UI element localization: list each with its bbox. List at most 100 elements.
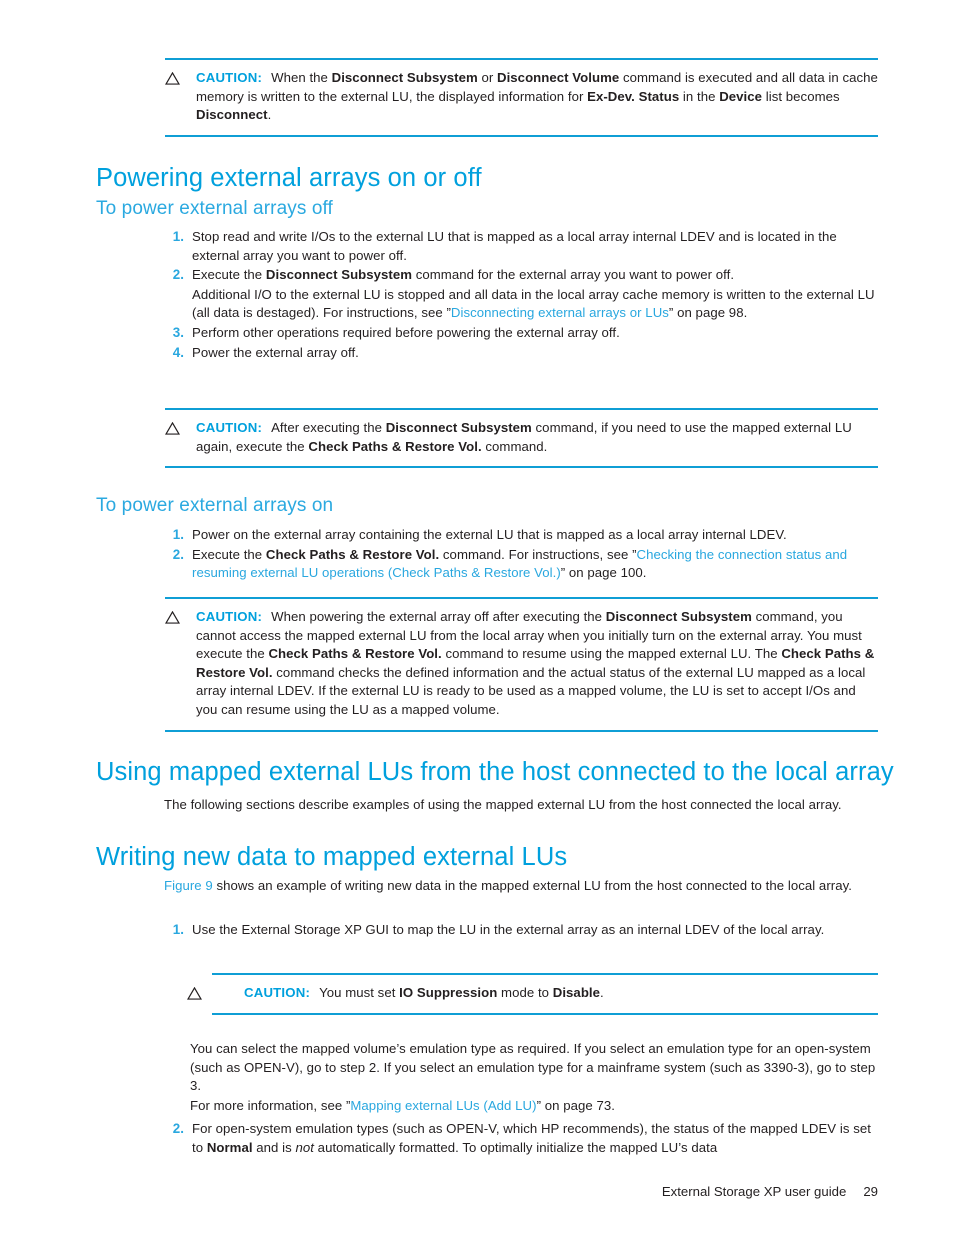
cross-reference-link[interactable]: Disconnecting external arrays or LUs xyxy=(451,305,669,320)
step-number: 2. xyxy=(172,267,184,283)
caution-3-body: CAUTION: When powering the external array… xyxy=(165,608,878,720)
step-2-t2: and is xyxy=(252,1139,296,1155)
step-text: Use the External Storage XP GUI to map t… xyxy=(192,922,825,937)
caution-label: CAUTION: xyxy=(244,985,311,1000)
steps-power-off: 1. Stop read and write I/Os to the exter… xyxy=(164,228,878,362)
caution-label: CAUTION: xyxy=(196,609,263,624)
step-text-lead-2: command for the external array you want … xyxy=(412,267,735,283)
list-item: 1. Use the External Storage XP GUI to ma… xyxy=(164,921,878,940)
more-info-tail: ” on page 73. xyxy=(536,1098,615,1113)
caution-3-b2: Check Paths & Restore Vol. xyxy=(268,646,442,662)
step-text-lead-3: ” on page 100. xyxy=(560,565,647,581)
caution-2-b1: Disconnect Subsystem xyxy=(385,420,532,435)
caution-1-b2: Disconnect Volume xyxy=(497,70,620,85)
caution-2-t3: command. xyxy=(481,438,548,454)
caution-triangle-icon xyxy=(165,611,180,624)
steps-writing-1: 1. Use the External Storage XP GUI to ma… xyxy=(164,921,878,940)
rule-top xyxy=(165,408,878,410)
step-continuation: Additional I/O to the external LU is sto… xyxy=(192,286,878,323)
caution-4-t1: You must set xyxy=(319,985,400,1000)
section-title-powering: Powering external arrays on or off xyxy=(96,164,482,192)
list-item: 2. For open-system emulation types (such… xyxy=(164,1120,878,1157)
section-writing-intro-text: shows an example of writing new data in … xyxy=(212,878,852,893)
caution-box-2: CAUTION: After executing the Disconnect S… xyxy=(165,408,878,469)
step-text: Stop read and write I/Os to the external… xyxy=(192,229,837,263)
step-2-b1: Normal xyxy=(206,1139,253,1155)
step-text-lead-2: command. For instructions, see ” xyxy=(439,546,637,562)
step-text-lead-1: Execute the xyxy=(192,267,266,283)
caution-1-b4: Device xyxy=(719,88,763,104)
caution-4-t3: . xyxy=(600,985,604,1000)
section-title-writing: Writing new data to mapped external LUs xyxy=(96,843,568,871)
footer-document-title: External Storage XP user guide xyxy=(661,1184,847,1199)
caution-4-body: CAUTION: You must set IO Suppression mode… xyxy=(187,984,878,1003)
caution-1-t5: list becomes xyxy=(762,88,840,104)
caution-4-b1: IO Suppression xyxy=(399,985,498,1000)
steps-writing-2: 2. For open-system emulation types (such… xyxy=(164,1120,878,1157)
step-number: 1. xyxy=(172,922,184,937)
step-number: 4. xyxy=(172,344,184,360)
caution-4-b2: Disable xyxy=(552,985,601,1000)
caution-box-4: CAUTION: You must set IO Suppression mode… xyxy=(187,973,878,1015)
caution-label: CAUTION: xyxy=(196,70,263,85)
section-writing-intro: Figure 9 shows an example of writing new… xyxy=(164,877,878,896)
cross-reference-link[interactable]: Mapping external LUs (Add LU) xyxy=(350,1098,536,1113)
step-number: 1. xyxy=(172,527,184,542)
caution-3-t1: When powering the external array off aft… xyxy=(271,609,606,624)
caution-1-t6: . xyxy=(267,107,272,123)
rule-bottom xyxy=(165,466,878,469)
caution-1-b5: Disconnect xyxy=(196,107,268,123)
caution-box-3: CAUTION: When powering the external array… xyxy=(165,597,878,732)
rule-bottom xyxy=(165,134,878,137)
document-page: CAUTION: When the Disconnect Subsystem or… xyxy=(0,0,954,1235)
caution-triangle-icon xyxy=(187,987,202,1000)
rule-top xyxy=(212,973,878,975)
step-text-bold-1: Check Paths & Restore Vol. xyxy=(265,546,440,562)
page-footer: External Storage XP user guide 29 xyxy=(662,1184,878,1199)
step-number: 1. xyxy=(172,229,184,244)
list-item: 2. Execute the Disconnect Subsystem comm… xyxy=(164,266,878,323)
list-item: 1. Power on the external array containin… xyxy=(164,526,878,545)
section-title-using: Using mapped external LUs from the host … xyxy=(96,758,894,786)
subsection-title-power-off: To power external arrays off xyxy=(96,198,333,219)
caution-1-t1: When the xyxy=(271,70,332,85)
footer-page-number: 29 xyxy=(863,1184,878,1199)
emulation-type-paragraph: You can select the mapped volume’s emula… xyxy=(190,1041,876,1094)
caution-1-t4: in the xyxy=(679,88,720,104)
rule-bottom xyxy=(212,1012,878,1015)
figure-reference-link[interactable]: Figure 9 xyxy=(164,878,213,893)
step-text-bold-1: Disconnect Subsystem xyxy=(265,267,413,283)
caution-3-b1: Disconnect Subsystem xyxy=(605,609,752,624)
step-text: Power the external array off. xyxy=(192,344,359,360)
caution-box-1: CAUTION: When the Disconnect Subsystem or… xyxy=(165,58,878,137)
list-item: 4. Power the external array off. xyxy=(164,344,878,363)
rule-top xyxy=(165,597,878,599)
caution-4-t2: mode to xyxy=(497,985,553,1000)
more-information-paragraph: For more information, see ”Mapping exter… xyxy=(190,1097,878,1116)
step-2-i1: not xyxy=(295,1139,314,1155)
rule-bottom xyxy=(165,729,878,732)
list-item: 2. Execute the Check Paths & Restore Vol… xyxy=(164,546,878,583)
caution-2-b2: Check Paths & Restore Vol. xyxy=(308,438,482,454)
step-2-t3: automatically formatted. To optimally in… xyxy=(313,1139,718,1155)
caution-1-t2: or xyxy=(477,70,498,85)
caution-1-b3: Ex-Dev. Status xyxy=(587,88,680,104)
step-number: 2. xyxy=(172,546,184,562)
step-text-lead-1: Execute the xyxy=(192,546,266,562)
step-number: 2. xyxy=(172,1121,184,1136)
caution-1-b1: Disconnect Subsystem xyxy=(331,70,478,85)
rule-top xyxy=(165,58,878,60)
caution-2-body: CAUTION: After executing the Disconnect S… xyxy=(165,419,878,456)
more-info-lead: For more information, see ” xyxy=(190,1098,351,1113)
caution-triangle-icon xyxy=(165,72,180,85)
step-number: 3. xyxy=(172,324,184,340)
list-item: 3. Perform other operations required bef… xyxy=(164,324,878,343)
caution-triangle-icon xyxy=(165,422,180,435)
step-text: Power on the external array containing t… xyxy=(192,527,787,542)
subsection-title-power-on: To power external arrays on xyxy=(96,495,334,516)
caution-label: CAUTION: xyxy=(196,420,263,435)
section-using-intro: The following sections describe examples… xyxy=(164,797,842,812)
step-text: Perform other operations required before… xyxy=(192,324,620,340)
step-cont-text-2: ” on page 98. xyxy=(668,305,748,321)
caution-3-t4: command checks the defined information a… xyxy=(196,664,866,717)
